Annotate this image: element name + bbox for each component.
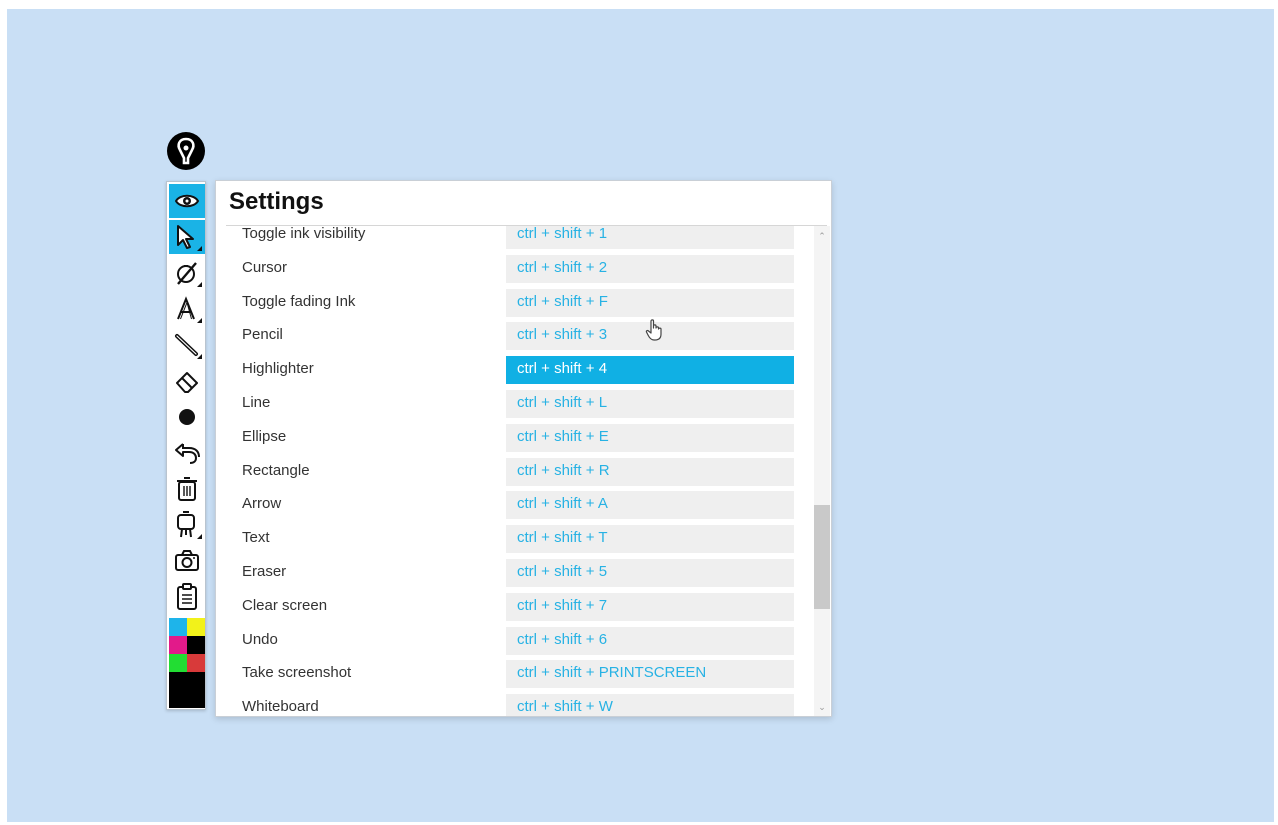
shortcut-row: Pencil ctrl + shift + 3	[216, 322, 812, 356]
hand-pointer-icon	[644, 318, 666, 342]
clipboard-icon[interactable]	[169, 580, 205, 614]
shortcut-key-field[interactable]: ctrl + shift + 1	[506, 226, 794, 249]
shortcut-key-field[interactable]: ctrl + shift + R	[506, 457, 794, 486]
shortcut-action-label: Arrow	[242, 495, 282, 513]
shortcut-row: Take screenshot ctrl + shift + PRINTSCREE…	[216, 660, 812, 694]
color-swatch-red[interactable]	[187, 654, 205, 672]
current-color-preview[interactable]	[169, 672, 205, 708]
pen-hidden-icon[interactable]	[169, 256, 205, 290]
shortcut-key-field[interactable]: ctrl + shift + 4	[506, 356, 794, 385]
shortcut-action-label: Toggle ink visibility	[242, 226, 366, 242]
shortcut-action-label: Toggle fading Ink	[242, 292, 356, 310]
eraser-icon[interactable]	[169, 364, 205, 398]
eye-icon[interactable]	[169, 184, 205, 218]
shortcut-action-label: Text	[242, 529, 270, 547]
shortcut-action-label: Whiteboard	[242, 698, 319, 716]
color-swatch-black[interactable]	[187, 636, 205, 654]
shortcut-key-field[interactable]: ctrl + shift + PRINTSCREEN	[506, 660, 794, 689]
shortcut-key-field[interactable]: ctrl + shift + 7	[506, 592, 794, 621]
scroll-down-icon[interactable]: ⌄	[814, 699, 830, 715]
panel-title: Settings	[229, 188, 324, 215]
shortcut-row: Undo ctrl + shift + 6	[216, 626, 812, 661]
shortcut-action-label: Pencil	[242, 326, 283, 344]
cursor-arrow-icon[interactable]	[169, 220, 205, 254]
shortcut-row: Highlighter ctrl + shift + 4	[216, 356, 812, 390]
screenshot-camera-icon[interactable]	[169, 544, 205, 578]
shortcut-row: Ellipse ctrl + shift + E	[216, 423, 812, 458]
shortcut-action-label: Cursor	[242, 258, 288, 276]
shortcut-key-field[interactable]: ctrl + shift + 2	[506, 254, 794, 283]
color-swatch-yellow[interactable]	[187, 618, 205, 636]
tool-toolbar	[166, 181, 206, 710]
settings-panel: Settings Toggle ink visibility ctrl + shi…	[215, 180, 832, 717]
shortcut-key-field[interactable]: ctrl + shift + 5	[506, 559, 794, 587]
shortcut-list: Toggle ink visibility ctrl + shift + 1 Cur…	[216, 226, 812, 716]
shortcut-row: Line ctrl + shift + L	[216, 390, 812, 424]
shortcut-action-label: Line	[242, 394, 271, 411]
shortcut-action-label: Eraser	[242, 563, 287, 580]
shortcut-row: Cursor ctrl + shift + 2	[216, 254, 812, 289]
shortcut-key-field[interactable]: ctrl + shift + T	[506, 525, 794, 554]
app-logo-icon[interactable]	[166, 131, 206, 171]
shortcut-row: Toggle ink visibility ctrl + shift + 1	[216, 226, 812, 255]
scrollbar[interactable]: ⌃ ⌄	[814, 226, 830, 716]
scrollbar-thumb[interactable]	[814, 505, 830, 609]
undo-icon[interactable]	[169, 436, 205, 470]
shortcut-key-field[interactable]: ctrl + shift + E	[506, 423, 794, 452]
shortcut-action-label: Ellipse	[242, 427, 287, 445]
shortcut-row: Arrow ctrl + shift + A	[216, 491, 812, 525]
line-tool-icon[interactable]	[169, 328, 205, 362]
shortcut-action-label: Clear screen	[242, 596, 328, 614]
shortcut-action-label: Highlighter	[242, 360, 314, 378]
shortcut-action-label: Undo	[242, 630, 278, 648]
shortcut-key-field[interactable]: ctrl + shift + A	[506, 491, 794, 520]
shortcut-row: Rectangle ctrl + shift + R	[216, 457, 812, 492]
shortcut-row: Text ctrl + shift + T	[216, 525, 812, 559]
color-swatch-green[interactable]	[169, 654, 187, 672]
whiteboard-easel-icon[interactable]	[169, 508, 205, 542]
color-palette	[169, 618, 205, 708]
shortcut-row: Toggle fading Ink ctrl + shift + F	[216, 288, 812, 323]
shortcut-row: Clear screen ctrl + shift + 7	[216, 592, 812, 627]
shortcut-action-label: Take screenshot	[242, 664, 352, 682]
shortcut-row: Whiteboard ctrl + shift + W	[216, 694, 812, 716]
shortcut-key-field[interactable]: ctrl + shift + L	[506, 390, 794, 418]
shortcut-key-field[interactable]: ctrl + shift + W	[506, 694, 794, 716]
brush-size-dot-icon[interactable]	[169, 400, 205, 434]
color-swatch-magenta[interactable]	[169, 636, 187, 654]
shortcut-action-label: Rectangle	[242, 461, 310, 479]
scroll-up-icon[interactable]: ⌃	[814, 228, 830, 244]
text-tool-icon[interactable]	[169, 292, 205, 326]
color-swatch-cyan[interactable]	[169, 618, 187, 636]
shortcut-row: Eraser ctrl + shift + 5	[216, 559, 812, 593]
trash-icon[interactable]	[169, 472, 205, 506]
shortcut-key-field[interactable]: ctrl + shift + F	[506, 288, 794, 317]
shortcut-key-field[interactable]: ctrl + shift + 6	[506, 626, 794, 655]
